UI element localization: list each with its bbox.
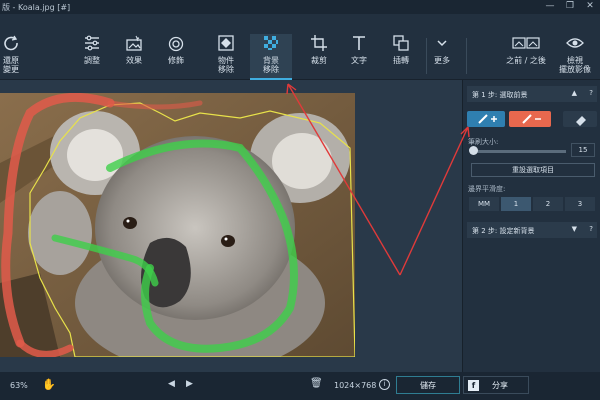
tool-text-label: 文字	[351, 56, 367, 65]
text-icon	[353, 36, 365, 50]
share-label: 分享	[492, 381, 508, 390]
eraser-button[interactable]	[563, 111, 597, 127]
tool-crop[interactable]: 裁剪	[298, 34, 340, 80]
tool-adjust-label: 調整	[84, 56, 100, 65]
tool-retouch[interactable]: 修飾	[155, 34, 197, 80]
background-removal-icon	[264, 36, 278, 50]
brush-plus-icon	[478, 114, 497, 124]
undo-changes-button[interactable]: 還原 變更	[0, 34, 30, 80]
object-removal-icon	[218, 35, 234, 51]
side-panel: 第 1 步: 選取前景 ▲ ? 筆刷大小: 15 重設選取項目 邊界平滑度: M…	[462, 80, 600, 372]
tool-retouch-label: 修飾	[168, 56, 184, 65]
foreground-brush-button[interactable]	[467, 111, 505, 127]
step2-header[interactable]: 第 2 步: 設定新背景 ▼ ?	[467, 222, 597, 238]
tool-more-label: 更多	[434, 56, 450, 65]
smooth-option-3[interactable]: 3	[565, 197, 595, 211]
close-button[interactable]: ✕	[583, 1, 597, 12]
help-icon[interactable]: ?	[589, 89, 593, 97]
step1-header[interactable]: 第 1 步: 選取前景 ▲ ?	[467, 86, 597, 102]
brush-size-value[interactable]: 15	[571, 143, 595, 157]
preview-button[interactable]: 檢視 擺放影像	[553, 34, 597, 80]
reset-selection-button[interactable]: 重設選取項目	[471, 163, 595, 177]
previous-icon[interactable]: ◀	[168, 379, 175, 389]
tool-effects-label: 效果	[126, 56, 142, 65]
smooth-option-2[interactable]: 2	[533, 197, 563, 211]
image-dimensions: 1024×768	[334, 381, 377, 390]
trash-icon[interactable]: 🗑	[310, 378, 323, 389]
window-title: 版 - Koala.jpg [#]	[2, 3, 71, 12]
preview-label: 檢視 擺放影像	[559, 56, 591, 74]
step2-title: 第 2 步: 設定新背景	[472, 227, 535, 235]
zoom-level[interactable]: 63%	[10, 381, 28, 390]
save-button[interactable]: 儲存	[396, 376, 460, 394]
tool-more[interactable]: 更多	[421, 34, 463, 80]
expand-icon[interactable]: ▼	[572, 225, 577, 233]
koala-photo[interactable]	[0, 93, 355, 357]
step1-title: 第 1 步: 選取前景	[472, 91, 528, 99]
tool-crop-label: 裁剪	[311, 56, 327, 65]
next-icon[interactable]: ▶	[186, 379, 193, 389]
undo-label: 還原 變更	[3, 56, 19, 74]
help-icon[interactable]: ?	[589, 225, 593, 233]
edge-smoothing-label: 邊界平滑度:	[468, 185, 506, 193]
smooth-option-mm[interactable]: MM	[469, 197, 499, 211]
tool-object-removal-label: 物件 移除	[218, 56, 234, 74]
eye-icon	[566, 38, 584, 48]
info-icon[interactable]: i	[379, 379, 390, 390]
before-after-icon	[512, 37, 540, 49]
tool-background-removal[interactable]: 背景 移除	[250, 34, 292, 80]
facebook-icon: f	[468, 380, 479, 391]
crop-icon	[311, 35, 327, 51]
main-toolbar: 還原 變更 調整 效果 修飾 物件 移除 背景 移除 裁剪 文字 插轉 更多 之…	[0, 14, 600, 80]
sliders-icon	[85, 35, 99, 51]
app-window: 版 - Koala.jpg [#] — ❐ ✕ 還原 變更 調整 效果 修飾 物…	[0, 0, 600, 400]
maximize-button[interactable]: ❐	[563, 1, 577, 12]
chevron-down-icon	[437, 40, 447, 47]
tool-background-removal-label: 背景 移除	[263, 56, 279, 74]
tool-layers-label: 插轉	[393, 56, 409, 65]
tool-adjust[interactable]: 調整	[71, 34, 113, 80]
layers-icon	[393, 35, 409, 51]
retouch-icon	[168, 36, 184, 52]
canvas-area[interactable]	[0, 80, 462, 372]
tool-text[interactable]: 文字	[338, 34, 380, 80]
title-bar: 版 - Koala.jpg [#] — ❐ ✕	[0, 0, 600, 14]
undo-icon	[4, 35, 18, 51]
collapse-icon[interactable]: ▲	[572, 89, 577, 97]
smooth-option-1[interactable]: 1	[501, 197, 531, 211]
tool-effects[interactable]: 效果	[113, 34, 155, 80]
before-after-label: 之前 / 之後	[506, 56, 546, 65]
eraser-icon	[576, 116, 586, 126]
toolbar-divider	[466, 38, 467, 74]
brush-minus-icon	[522, 114, 541, 124]
hand-icon[interactable]: ✋	[42, 378, 56, 391]
share-button[interactable]: f 分享	[463, 376, 529, 394]
tool-layers[interactable]: 插轉	[380, 34, 422, 80]
tool-object-removal[interactable]: 物件 移除	[205, 34, 247, 80]
brush-size-slider[interactable]	[471, 150, 566, 153]
before-after-button[interactable]: 之前 / 之後	[500, 34, 552, 80]
background-brush-button[interactable]	[509, 111, 551, 127]
brush-size-handle[interactable]	[469, 146, 478, 155]
minimize-button[interactable]: —	[543, 1, 557, 12]
magic-image-icon	[126, 35, 142, 51]
status-bar: 63% ✋ ◀ ▶ 🗑 1024×768 i 儲存 f 分享	[0, 372, 600, 400]
